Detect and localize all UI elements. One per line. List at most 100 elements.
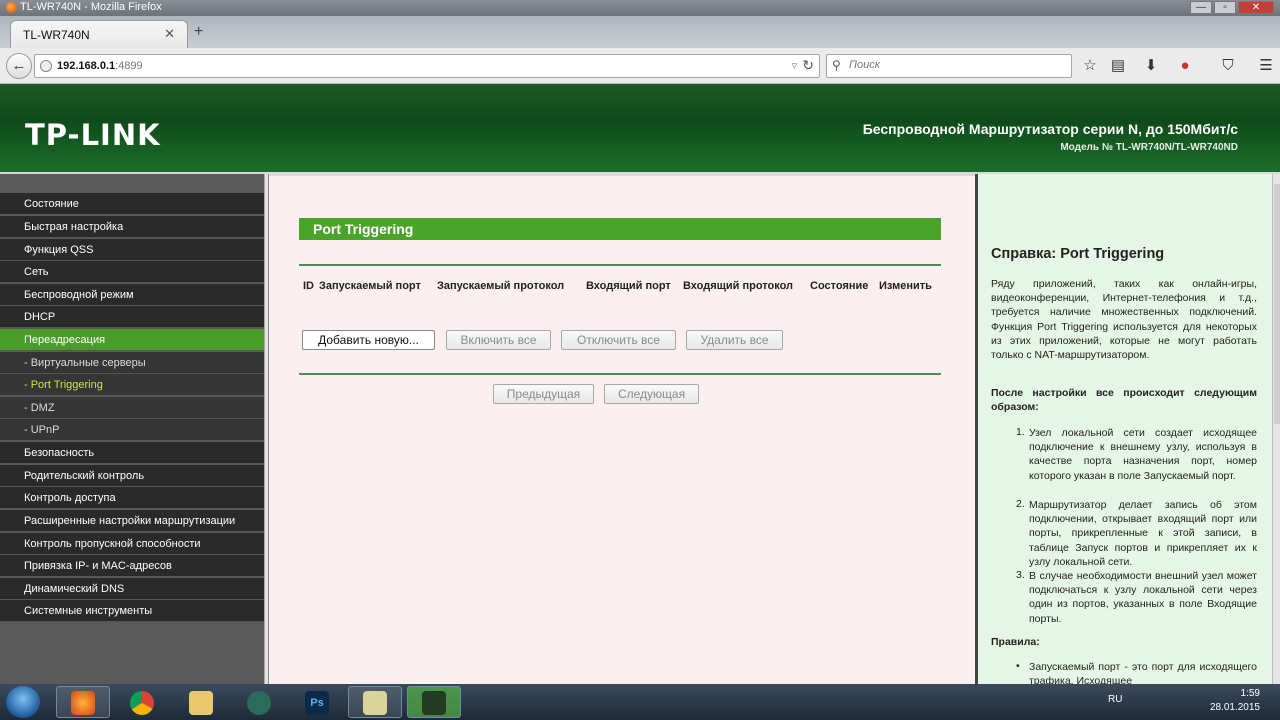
clock[interactable]: 1:59 28.01.2015	[1210, 688, 1260, 713]
column-header-trigger-port: Запускаемый порт	[319, 280, 421, 292]
enable-all-button[interactable]: Включить все	[446, 330, 551, 350]
help-rules-label: Правила:	[991, 636, 1040, 648]
shield-icon[interactable]: ⛉	[1217, 55, 1239, 77]
add-new-button[interactable]: Добавить новую...	[302, 330, 435, 350]
chrome-icon	[130, 691, 154, 715]
sidebar-item-port-triggering[interactable]: - Port Triggering	[0, 374, 264, 396]
close-window-button[interactable]: ✕	[1238, 1, 1274, 14]
help-step-number-2: 2.	[1016, 498, 1025, 510]
help-scrollbar[interactable]	[1272, 174, 1280, 684]
previous-page-button[interactable]: Предыдущая	[493, 384, 594, 404]
clock-time: 1:59	[1240, 688, 1260, 699]
tab-bar: TL-WR740N ✕ +	[0, 16, 1280, 48]
sidebar-item-quick-setup[interactable]: Быстрая настройка	[0, 216, 264, 238]
taskbar-app[interactable]	[232, 686, 286, 718]
dropdown-arrow-icon[interactable]: ▿	[791, 59, 797, 72]
notes-icon	[363, 691, 387, 715]
help-title: Справка: Port Triggering	[991, 246, 1165, 262]
language-indicator[interactable]: RU	[1108, 694, 1122, 705]
sidebar-item-wireless[interactable]: Беспроводной режим	[0, 284, 264, 306]
model-number: Модель № TL-WR740N/TL-WR740ND	[1060, 142, 1238, 153]
sidebar-item-forwarding[interactable]: Переадресация	[0, 329, 264, 351]
help-panel: Справка: Port Triggering Ряду приложений…	[978, 174, 1272, 684]
sidebar-item-upnp[interactable]: - UPnP	[0, 419, 264, 441]
page-title: Port Triggering	[299, 218, 941, 240]
taskbar-camtasia[interactable]	[407, 686, 461, 718]
folder-icon	[189, 691, 213, 715]
new-tab-icon[interactable]: +	[194, 23, 203, 41]
sidebar-item-qss[interactable]: Функция QSS	[0, 239, 264, 261]
back-arrow-icon[interactable]: ←	[6, 53, 32, 79]
help-after-setup: После настройки все происходит следующим…	[991, 387, 1257, 414]
taskbar-explorer[interactable]	[174, 686, 228, 718]
url-bar[interactable]: 192.168.0.1:4899 ▿ ↻	[34, 54, 820, 78]
router-header: TP-LINK Беспроводной Маршрутизатор серии…	[0, 84, 1280, 172]
help-step-number-3: 3.	[1016, 569, 1025, 581]
sidebar-item-bandwidth-control[interactable]: Контроль пропускной способности	[0, 533, 264, 555]
sidebar-item-ddns[interactable]: Динамический DNS	[0, 578, 264, 600]
sidebar-item-system-tools[interactable]: Системные инструменты	[0, 600, 264, 622]
minimize-button[interactable]: —	[1190, 1, 1212, 14]
tplink-logo: TP-LINK	[25, 118, 161, 152]
taskbar-chrome[interactable]	[115, 686, 169, 718]
tab-close-icon[interactable]: ✕	[164, 26, 175, 42]
column-header-trigger-protocol: Запускаемый протокол	[437, 280, 565, 292]
url-port: :4899	[115, 60, 143, 72]
download-icon[interactable]: ⬇	[1140, 55, 1162, 77]
scrollbar-thumb[interactable]	[1274, 184, 1280, 424]
navigation-bar: ← 192.168.0.1:4899 ▿ ↻ ⚲ ☆ ▤ ⬇ ● ⛉ ☰	[0, 48, 1280, 84]
sidebar-item-network[interactable]: Сеть	[0, 261, 264, 283]
table-bottom-line	[299, 373, 941, 375]
bookmark-star-icon[interactable]: ☆	[1079, 55, 1101, 77]
disable-all-button[interactable]: Отключить все	[561, 330, 676, 350]
taskbar-notes[interactable]	[348, 686, 402, 718]
start-button-icon[interactable]	[6, 686, 40, 718]
addon-icon[interactable]: ●	[1174, 55, 1196, 77]
sidebar-item-dhcp[interactable]: DHCP	[0, 306, 264, 328]
sidebar-item-advanced-routing[interactable]: Расширенные настройки маршрутизации	[0, 510, 264, 532]
help-step-2: Маршрутизатор делает запись об этом подк…	[1029, 499, 1257, 568]
clock-date: 28.01.2015	[1209, 702, 1260, 713]
sidebar-item-ip-mac-binding[interactable]: Привязка IP- и MAC-адресов	[0, 555, 264, 577]
help-bullet: •	[1016, 660, 1020, 672]
firefox-icon	[6, 2, 17, 13]
column-header-modify: Изменить	[879, 280, 932, 292]
maximize-button[interactable]: ▫	[1214, 1, 1236, 14]
sidebar-item-virtual-servers[interactable]: - Виртуальные серверы	[0, 352, 264, 374]
bookmarks-list-icon[interactable]: ▤	[1107, 55, 1129, 77]
sidebar-item-status[interactable]: Состояние	[0, 193, 264, 215]
sidebar-item-dmz[interactable]: - DMZ	[0, 397, 264, 419]
app-icon	[247, 691, 271, 715]
window-titlebar: TL-WR740N - Mozilla Firefox — ▫ ✕	[0, 0, 1280, 16]
sidebar-menu: Состояние Быстрая настройка Функция QSS …	[0, 174, 264, 684]
sidebar-item-security[interactable]: Безопасность	[0, 442, 264, 464]
sidebar-item-access-control[interactable]: Контроль доступа	[0, 487, 264, 509]
menu-icon[interactable]: ☰	[1255, 55, 1277, 77]
help-step-3: В случае необходимости внешний узел може…	[1029, 570, 1257, 625]
search-input[interactable]	[847, 58, 1057, 72]
taskbar-firefox[interactable]	[56, 686, 110, 718]
delete-all-button[interactable]: Удалить все	[686, 330, 783, 350]
url-text: 192.168.0.1:4899	[57, 60, 143, 72]
column-header-id: ID	[303, 280, 314, 292]
taskbar-photoshop[interactable]: Ps	[290, 686, 344, 718]
column-header-incoming-port: Входящий порт	[586, 280, 671, 292]
table-top-line	[299, 264, 941, 266]
help-rule-1: Запускаемый порт - это порт для исходяще…	[1029, 661, 1257, 684]
windows-taskbar: Ps RU 1:59 28.01.2015	[0, 684, 1280, 720]
search-icon: ⚲	[832, 58, 841, 72]
firefox-taskbar-icon	[71, 691, 95, 715]
browser-tab[interactable]: TL-WR740N ✕	[10, 20, 188, 48]
photoshop-icon: Ps	[305, 691, 329, 715]
next-page-button[interactable]: Следующая	[604, 384, 699, 404]
window-controls: — ▫ ✕	[1190, 1, 1274, 14]
globe-icon	[40, 60, 52, 72]
window-title: TL-WR740N - Mozilla Firefox	[20, 1, 162, 13]
main-content: Port Triggering ID Запускаемый порт Запу…	[269, 176, 975, 684]
column-header-incoming-protocol: Входящий протокол	[683, 280, 794, 292]
reload-icon[interactable]: ↻	[802, 57, 814, 74]
search-box[interactable]: ⚲	[826, 54, 1072, 78]
sidebar-item-parental-control[interactable]: Родительский контроль	[0, 465, 264, 487]
help-intro: Ряду приложений, таких как онлайн-игры, …	[991, 278, 1257, 362]
url-host: 192.168.0.1	[57, 60, 116, 72]
